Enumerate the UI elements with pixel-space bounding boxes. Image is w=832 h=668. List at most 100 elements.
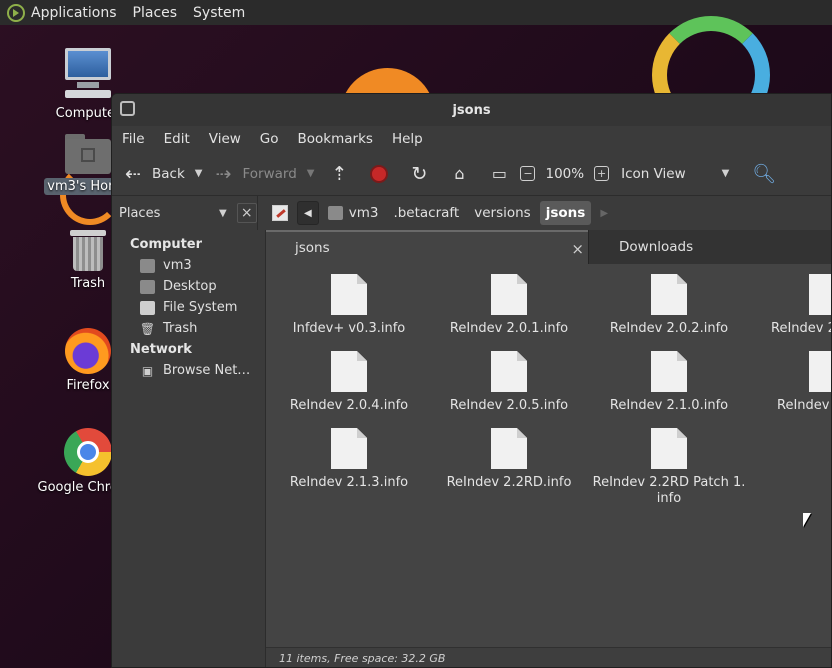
breadcrumb-scroll-left-button[interactable]: ◀ (297, 201, 319, 225)
file-item[interactable]: ReIndev 2.2RD Patch 1. info (589, 428, 749, 507)
menu-edit[interactable]: Edit (164, 131, 190, 147)
file-item[interactable]: ReIndev 2.1.3.info (269, 428, 429, 491)
menu-file[interactable]: File (122, 131, 145, 147)
menu-help[interactable]: Help (392, 131, 423, 147)
menu-bookmarks[interactable]: Bookmarks (298, 131, 373, 147)
back-button[interactable]: ⇠ Back ▼ (122, 163, 202, 185)
tab-jsons[interactable]: jsons × (266, 230, 588, 264)
forward-arrow-icon: ⇢ (215, 162, 232, 185)
file-name: ReIndev 2 (771, 321, 832, 336)
top-menu: Applications Places System (31, 5, 261, 21)
forward-label: Forward (242, 165, 297, 182)
sidebar-item-desktop[interactable]: Desktop (112, 276, 265, 297)
file-item[interactable]: Infdev+ v0.3.info (269, 274, 429, 337)
places-menu[interactable]: Places (133, 5, 178, 21)
file-item[interactable]: ReIndev 2.0.2.info (589, 274, 749, 337)
sidebar-item-trash[interactable]: 🗑︎ Trash (112, 318, 265, 339)
sidebar-mode-select[interactable]: Places (119, 206, 219, 221)
zoom-out-button[interactable]: − (520, 166, 536, 181)
system-menu[interactable]: System (193, 5, 245, 21)
back-history-dropdown-icon[interactable]: ▼ (195, 168, 203, 179)
home-button[interactable]: ⌂ (448, 163, 470, 185)
file-name-continued: info (656, 491, 682, 506)
distro-logo-icon[interactable] (7, 3, 25, 22)
toolbar: ⇠ Back ▼ ⇢ Forward ▼ ⇡ ↻ ⌂ ▭ − 100% + Ic… (112, 152, 831, 196)
zoom-out-icon: − (520, 166, 536, 181)
menu-view[interactable]: View (209, 131, 241, 147)
forward-history-dropdown-icon[interactable]: ▼ (307, 168, 315, 179)
home-icon: ⌂ (454, 164, 465, 183)
file-manager-window: jsons File Edit View Go Bookmarks Help ⇠… (111, 93, 832, 668)
menu-go[interactable]: Go (260, 131, 279, 147)
file-item[interactable]: ReIndev 2.0.5.info (429, 351, 589, 414)
firefox-icon (65, 328, 111, 374)
sidebar-close-button[interactable]: × (236, 203, 257, 223)
window-menu-icon[interactable] (120, 101, 135, 116)
location-bar: Places ▼ × ◀ vm3 .betacraft versions jso… (112, 196, 831, 230)
tab-downloads[interactable]: Downloads (588, 230, 831, 264)
breadcrumb-jsons[interactable]: jsons (539, 201, 592, 225)
file-item[interactable]: ReIndev 2.0.1.info (429, 274, 589, 337)
breadcrumb: ◀ vm3 .betacraft versions jsons ▶ (258, 201, 608, 225)
mouse-cursor-icon (803, 513, 811, 527)
file-name: ReIndev 2.0.4.info (289, 398, 409, 413)
reload-button[interactable]: ↻ (408, 163, 430, 185)
file-item[interactable]: ReIndev 2 (749, 274, 832, 337)
toggle-location-entry-button[interactable] (266, 201, 294, 225)
zoom-in-button[interactable]: + (594, 166, 610, 181)
view-mode-select[interactable]: Icon View ▼ (619, 166, 729, 182)
file-item[interactable]: ReIndev 2.2RD.info (429, 428, 589, 491)
content-area: Computer vm3 Desktop File System 🗑︎ Tras… (112, 230, 832, 667)
chrome-icon (64, 428, 112, 476)
sidebar-header: Places ▼ × (112, 196, 258, 230)
search-button[interactable]: 🔍︎ (752, 163, 776, 185)
text-file-icon (809, 274, 831, 315)
breadcrumb-scroll-right-icon[interactable]: ▶ (600, 208, 608, 219)
breadcrumb-betacraft[interactable]: .betacraft (387, 201, 465, 225)
file-name: ReIndev 2.1.3.info (289, 475, 409, 490)
computer-icon: ▭ (491, 164, 508, 183)
chevron-down-icon[interactable]: ▼ (219, 208, 227, 219)
reload-icon: ↻ (411, 162, 428, 185)
breadcrumb-versions[interactable]: versions (468, 201, 536, 225)
sidebar-item-vm3[interactable]: vm3 (112, 255, 265, 276)
close-icon[interactable]: × (571, 240, 584, 258)
up-arrow-icon: ⇡ (331, 162, 348, 185)
sidebar-item-label: Trash (163, 321, 198, 336)
file-name: ReIndev 2.1.0.info (609, 398, 729, 413)
chevron-left-icon: ◀ (304, 207, 312, 219)
back-arrow-icon: ⇠ (125, 162, 141, 185)
back-label: Back (152, 165, 185, 182)
applications-menu[interactable]: Applications (31, 5, 117, 21)
desktop-icon-label: Trash (70, 276, 106, 291)
window-titlebar[interactable]: jsons (112, 94, 831, 126)
sidebar-heading-computer: Computer (130, 237, 203, 252)
file-item[interactable]: ReIndev 2.0.4.info (269, 351, 429, 414)
file-name: Infdev+ v0.3.info (292, 321, 406, 336)
file-item[interactable]: ReIndev 2 (749, 351, 831, 414)
text-file-icon (651, 351, 687, 392)
window-title: jsons (452, 102, 491, 118)
sidebar-item-browse-network[interactable]: ▣ Browse Net… (112, 360, 265, 381)
file-item[interactable]: ReIndev 2.1.0.info (589, 351, 749, 414)
chevron-down-icon: ▼ (721, 168, 730, 179)
places-sidebar: Computer vm3 Desktop File System 🗑︎ Tras… (112, 230, 265, 667)
sidebar-item-file-system[interactable]: File System (112, 297, 265, 318)
computer-button[interactable]: ▭ (488, 163, 510, 185)
file-name: ReIndev 2.2RD.info (446, 475, 572, 490)
tab-bar: jsons × Downloads (266, 230, 831, 264)
breadcrumb-vm3[interactable]: vm3 (322, 201, 385, 225)
text-file-icon (651, 274, 687, 315)
trash-icon: 🗑︎ (139, 321, 156, 336)
text-file-icon (491, 274, 527, 315)
sidebar-heading-network: Network (130, 342, 192, 357)
forward-button[interactable]: ⇢ Forward ▼ (212, 162, 315, 185)
text-file-icon (491, 351, 527, 392)
pencil-icon (272, 205, 288, 221)
sidebar-item-label: File System (163, 300, 238, 315)
sidebar-item-label: Browse Net… (163, 363, 251, 378)
up-button[interactable]: ⇡ (328, 163, 350, 185)
sidebar-item-label: Desktop (163, 279, 217, 294)
desktop-icon-label: Firefox (66, 378, 110, 393)
stop-button[interactable] (370, 164, 389, 183)
